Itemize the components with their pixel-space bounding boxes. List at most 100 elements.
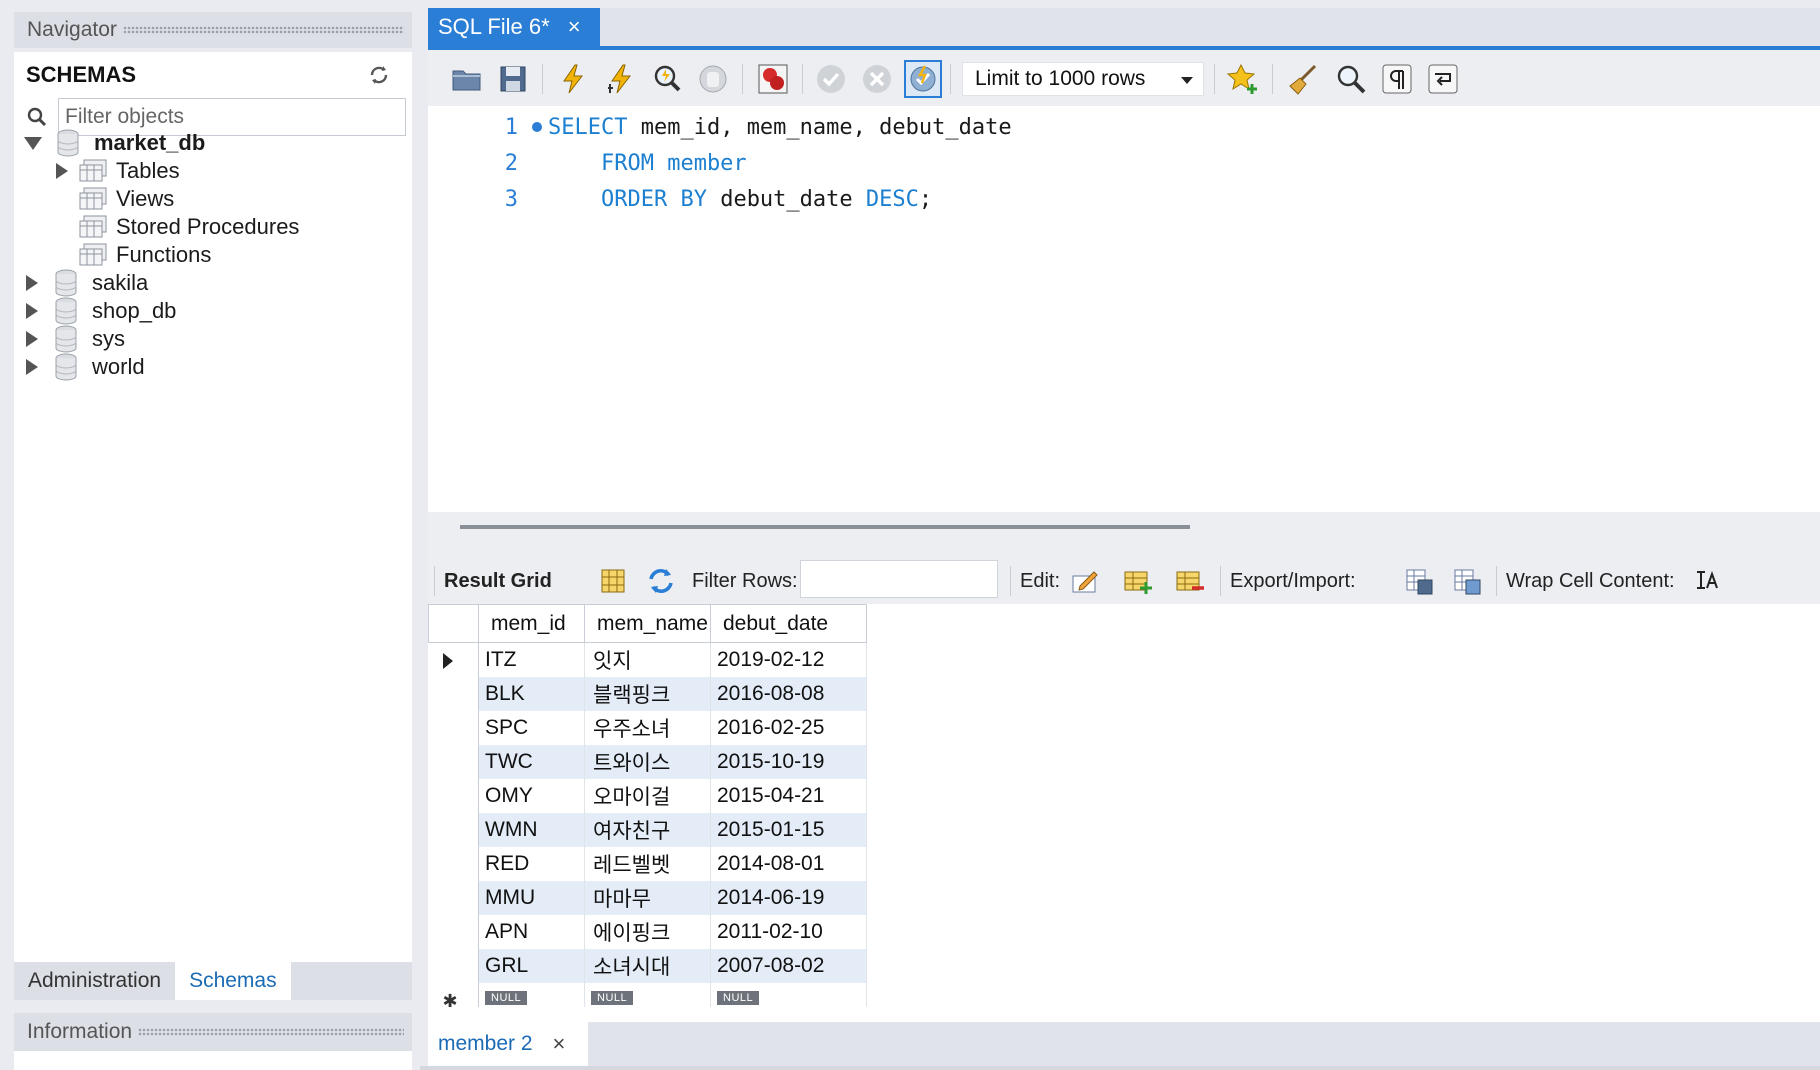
table-cell-debut-date[interactable]: 2014-08-01 — [710, 846, 867, 881]
table-row[interactable]: SPC 우주소녀 2016-02-25 — [428, 710, 867, 745]
table-cell-debut-date[interactable]: 2014-06-19 — [710, 880, 867, 915]
table-cell-mem-name[interactable]: 오마이걸 — [584, 778, 711, 813]
table-cell-null[interactable]: NULL — [584, 982, 711, 1007]
table-cell-mem-name[interactable]: 여자친구 — [584, 812, 711, 847]
save-button[interactable] — [494, 60, 532, 98]
tree-item-market-db[interactable]: market_db — [24, 128, 205, 158]
table-cell-mem-id[interactable]: SPC — [478, 710, 585, 745]
wrap-lines-button[interactable] — [1424, 60, 1462, 98]
find-button[interactable] — [1332, 60, 1370, 98]
expand-arrow-icon[interactable] — [56, 163, 68, 179]
table-row[interactable]: RED 레드벨벳 2014-08-01 — [428, 846, 867, 881]
table-cell-mem-name[interactable]: 트와이스 — [584, 744, 711, 779]
tab-sql-file[interactable]: SQL File 6* × — [428, 8, 600, 46]
table-cell-null[interactable]: NULL — [478, 982, 585, 1007]
table-cell-mem-id[interactable]: RED — [478, 846, 585, 881]
limit-rows-select[interactable]: Limit to 1000 rows — [962, 62, 1204, 96]
table-row[interactable]: BLK 블랙핑크 2016-08-08 — [428, 676, 867, 711]
table-cell-null[interactable]: NULL — [710, 982, 867, 1007]
tab-administration[interactable]: Administration — [14, 962, 175, 1000]
export-icon[interactable] — [1404, 566, 1434, 596]
row-header[interactable] — [428, 744, 479, 779]
table-cell-debut-date[interactable]: 2015-01-15 — [710, 812, 867, 847]
tree-item-views[interactable]: Views — [78, 184, 174, 214]
column-header-mem-id[interactable]: mem_id — [478, 604, 585, 643]
table-cell-debut-date[interactable]: 2016-08-08 — [710, 676, 867, 711]
expand-arrow-icon[interactable] — [26, 303, 38, 319]
invisible-chars-button[interactable] — [1378, 60, 1416, 98]
table-cell-mem-id[interactable]: MMU — [478, 880, 585, 915]
expand-arrow-icon[interactable] — [26, 275, 38, 291]
table-cell-mem-id[interactable]: TWC — [478, 744, 585, 779]
commit-button[interactable] — [812, 60, 850, 98]
autocommit-toggle[interactable] — [904, 60, 942, 98]
table-cell-debut-date[interactable]: 2015-04-21 — [710, 778, 867, 813]
horizontal-scrollbar[interactable] — [460, 525, 1190, 529]
table-row[interactable]: GRL 소녀시대 2007-08-02 — [428, 948, 867, 983]
table-cell-mem-name[interactable]: 우주소녀 — [584, 710, 711, 745]
table-row[interactable]: WMN 여자친구 2015-01-15 — [428, 812, 867, 847]
table-cell-mem-name[interactable]: 에이핑크 — [584, 914, 711, 949]
toggle-error-button[interactable] — [754, 60, 792, 98]
tree-item-stored-procedures[interactable]: Stored Procedures — [78, 212, 299, 242]
refresh-icon[interactable] — [646, 566, 676, 596]
rollback-button[interactable] — [858, 60, 896, 98]
result-grid[interactable]: mem_id mem_name debut_date ITZ 잇지 2019-02-… — [428, 604, 1820, 1022]
table-cell-mem-name[interactable]: 소녀시대 — [584, 948, 711, 983]
table-row[interactable]: OMY 오마이걸 2015-04-21 — [428, 778, 867, 813]
row-header[interactable] — [428, 880, 479, 915]
row-header[interactable] — [428, 642, 479, 677]
table-row[interactable]: APN 에이핑크 2011-02-10 — [428, 914, 867, 949]
wrap-cell-icon[interactable] — [1692, 566, 1722, 596]
beautify-button[interactable] — [1284, 60, 1322, 98]
table-cell-mem-id[interactable]: WMN — [478, 812, 585, 847]
row-header[interactable]: ✱ — [428, 982, 479, 1011]
table-cell-debut-date[interactable]: 2016-02-25 — [710, 710, 867, 745]
row-header[interactable] — [428, 846, 479, 881]
execute-current-button[interactable] — [602, 60, 640, 98]
column-header-mem-name[interactable]: mem_name — [584, 604, 711, 643]
tree-item-sakila[interactable]: sakila — [26, 268, 148, 298]
filter-rows-input[interactable] — [800, 560, 998, 598]
grid-layout-icon[interactable] — [598, 566, 628, 596]
row-header[interactable] — [428, 676, 479, 711]
expand-arrow-icon[interactable] — [26, 359, 38, 375]
close-tab-icon[interactable]: × — [568, 14, 581, 40]
tree-item-tables[interactable]: Tables — [56, 156, 180, 186]
insert-row-icon[interactable] — [1122, 566, 1152, 596]
row-header[interactable] — [428, 778, 479, 813]
close-tab-icon[interactable]: × — [553, 1031, 566, 1057]
result-grid-tab[interactable]: Result Grid — [444, 568, 552, 594]
table-cell-debut-date[interactable]: 2011-02-10 — [710, 914, 867, 949]
row-header[interactable] — [428, 914, 479, 949]
table-cell-debut-date[interactable]: 2015-10-19 — [710, 744, 867, 779]
editor-splitter[interactable] — [428, 512, 1820, 558]
table-cell-mem-name[interactable]: 잇지 — [584, 642, 711, 677]
table-cell-mem-name[interactable]: 마마무 — [584, 880, 711, 915]
row-header[interactable] — [428, 710, 479, 745]
refresh-schemas-icon[interactable] — [368, 64, 390, 86]
table-cell-debut-date[interactable]: 2007-08-02 — [710, 948, 867, 983]
tab-result-member[interactable]: member 2 × — [428, 1022, 588, 1066]
row-header[interactable] — [428, 948, 479, 983]
column-header-debut-date[interactable]: debut_date — [710, 604, 867, 643]
execute-button[interactable] — [554, 60, 592, 98]
expand-arrow-icon[interactable] — [26, 331, 38, 347]
add-snippet-button[interactable] — [1224, 60, 1262, 98]
stop-button[interactable] — [694, 60, 732, 98]
table-cell-mem-id[interactable]: ITZ — [478, 642, 585, 677]
explain-button[interactable] — [648, 60, 686, 98]
table-cell-mem-id[interactable]: APN — [478, 914, 585, 949]
table-cell-mem-id[interactable]: GRL — [478, 948, 585, 983]
tree-item-functions[interactable]: Functions — [78, 240, 211, 270]
tree-item-sys[interactable]: sys — [26, 324, 125, 354]
table-cell-mem-id[interactable]: OMY — [478, 778, 585, 813]
tab-schemas[interactable]: Schemas — [175, 962, 291, 1000]
table-cell-mem-name[interactable]: 블랙핑크 — [584, 676, 711, 711]
table-cell-mem-name[interactable]: 레드벨벳 — [584, 846, 711, 881]
table-row[interactable]: MMU 마마무 2014-06-19 — [428, 880, 867, 915]
row-header[interactable] — [428, 812, 479, 847]
table-row[interactable]: TWC 트와이스 2015-10-19 — [428, 744, 867, 779]
tree-item-world[interactable]: world — [26, 352, 145, 382]
new-row[interactable]: ✱ NULL NULL NULL — [428, 982, 867, 1011]
